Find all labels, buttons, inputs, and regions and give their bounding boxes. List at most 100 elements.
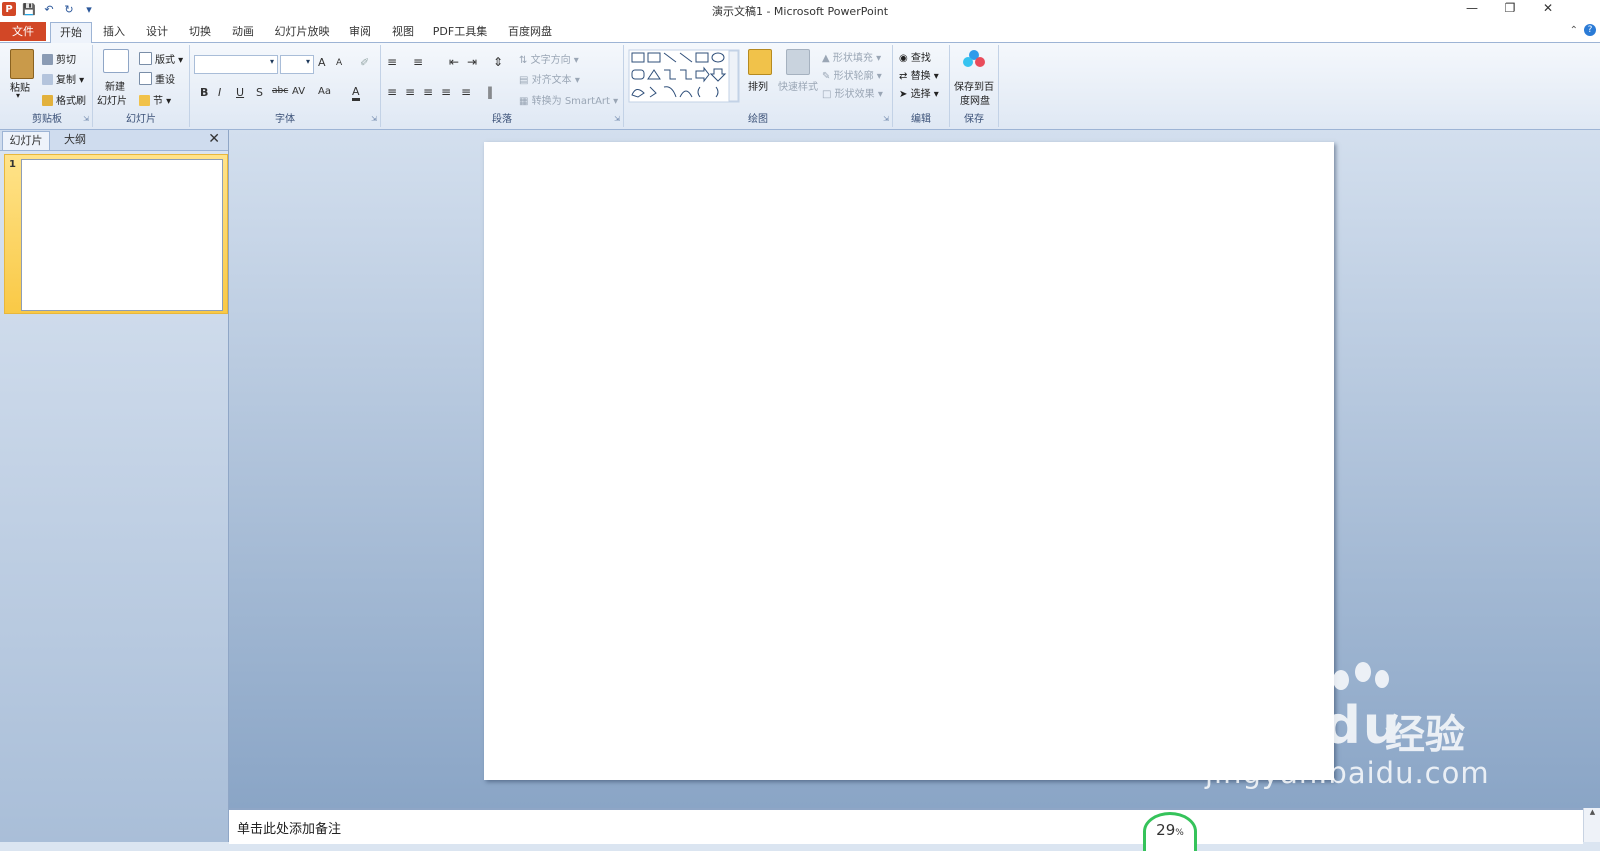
font-size-dropdown-icon[interactable]: ▾ — [306, 57, 310, 66]
font-name-combo[interactable]: ▾ — [194, 55, 278, 74]
bold-button[interactable]: B — [200, 86, 208, 99]
align-text-button[interactable]: ▤ 对齐文本 ▾ — [519, 71, 580, 86]
select-button[interactable]: ➤ 选择 ▾ — [899, 85, 939, 100]
scissors-icon — [42, 54, 53, 65]
arrange-icon[interactable] — [748, 49, 772, 75]
tab-transitions[interactable]: 切换 — [182, 22, 218, 41]
find-button[interactable]: ◉ 查找 — [899, 49, 931, 64]
group-label-editing: 编辑 — [911, 114, 931, 125]
paragraph-launcher-icon[interactable]: ⇲ — [614, 115, 620, 123]
zoom-badge: 29% — [1143, 812, 1197, 851]
font-launcher-icon[interactable]: ⇲ — [371, 115, 377, 123]
group-label-paragraph: 段落 — [492, 114, 512, 125]
arrange-button[interactable]: 排列 — [748, 78, 768, 93]
close-pane-icon[interactable]: ✕ — [208, 131, 220, 147]
font-size-combo[interactable]: ▾ — [280, 55, 314, 74]
numbering-icon[interactable]: ≡ — [413, 55, 423, 69]
help-icon[interactable]: ? — [1584, 24, 1596, 36]
paint-bucket-icon: ▲ — [822, 53, 830, 64]
slide-canvas[interactable] — [484, 142, 1334, 780]
paste-icon[interactable] — [10, 49, 34, 79]
slide-thumbnail[interactable] — [21, 159, 223, 311]
change-case-button[interactable]: Aa — [318, 86, 331, 97]
font-color-button[interactable]: A — [352, 85, 360, 101]
ribbon-tab-bar: 文件 开始 插入 设计 切换 动画 幻灯片放映 审阅 视图 PDF工具集 百度网… — [0, 20, 1600, 43]
clipboard-launcher-icon[interactable]: ⇲ — [83, 115, 89, 123]
slides-pane: 幻灯片 大纲 ✕ 1 — [0, 130, 229, 842]
section-button[interactable]: 节 ▾ — [139, 92, 171, 107]
columns-icon[interactable]: ‖ — [487, 85, 493, 99]
quick-styles-icon[interactable] — [786, 49, 810, 75]
shape-fill-button[interactable]: ▲ 形状填充 ▾ — [822, 49, 881, 64]
shape-effects-button[interactable]: □ 形状效果 ▾ — [822, 85, 883, 100]
scroll-up-icon[interactable]: ▲ — [1584, 808, 1600, 816]
new-slide-label2[interactable]: 幻灯片 — [97, 92, 127, 107]
font-name-dropdown-icon[interactable]: ▾ — [270, 57, 274, 66]
copy-button[interactable]: 复制 ▾ — [42, 71, 84, 86]
bullets-icon[interactable]: ≡ — [387, 55, 397, 69]
tab-slides[interactable]: 幻灯片 — [2, 131, 50, 150]
notes-pane[interactable]: 单击此处添加备注 — [229, 808, 1583, 844]
tab-review[interactable]: 审阅 — [342, 22, 378, 41]
italic-button[interactable]: I — [218, 86, 221, 99]
quick-styles-button[interactable]: 快速样式 — [778, 78, 818, 93]
align-right-icon[interactable]: ≡ — [423, 85, 433, 99]
group-label-drawing: 绘图 — [748, 114, 768, 125]
group-clipboard: 粘贴 ▾ 剪切 复制 ▾ 格式刷 剪贴板 ⇲ — [2, 45, 93, 127]
line-spacing-icon[interactable]: ⇕ — [493, 55, 503, 69]
tab-home[interactable]: 开始 — [50, 22, 92, 43]
minimize-ribbon-icon[interactable]: ⌃ — [1570, 25, 1578, 36]
strikethrough-button[interactable]: abc — [272, 86, 288, 96]
smartart-button[interactable]: ▦ 转换为 SmartArt ▾ — [519, 92, 618, 107]
layout-icon — [139, 52, 152, 65]
align-left-icon[interactable]: ≡ — [387, 85, 397, 99]
copy-label: 复制 — [56, 75, 76, 86]
shadow-button[interactable]: S — [256, 86, 263, 99]
tab-outline[interactable]: 大纲 — [52, 131, 98, 149]
format-painter-label: 格式刷 — [56, 96, 86, 107]
paste-dropdown-icon[interactable]: ▾ — [16, 91, 20, 100]
justify-icon[interactable]: ≡ — [441, 85, 451, 99]
tab-view[interactable]: 视图 — [385, 22, 421, 41]
restore-button[interactable]: ❐ — [1496, 1, 1524, 19]
tab-design[interactable]: 设计 — [139, 22, 175, 41]
baidu-netdisk-icon[interactable] — [962, 49, 986, 69]
tab-animations[interactable]: 动画 — [225, 22, 261, 41]
align-center-icon[interactable]: ≡ — [405, 85, 415, 99]
char-spacing-button[interactable]: AV — [292, 86, 305, 97]
new-slide-icon[interactable] — [103, 49, 129, 73]
decrease-indent-icon[interactable]: ⇤ — [449, 55, 459, 69]
new-slide-label1[interactable]: 新建 — [105, 78, 125, 93]
brush-icon — [42, 95, 53, 106]
close-button[interactable]: ✕ — [1534, 1, 1562, 19]
increase-indent-icon[interactable]: ⇥ — [467, 55, 477, 69]
drawing-launcher-icon[interactable]: ⇲ — [883, 115, 889, 123]
tab-pdf-tools[interactable]: PDF工具集 — [428, 22, 492, 41]
clear-format-icon[interactable]: ✐ — [360, 56, 369, 69]
notes-placeholder[interactable]: 单击此处添加备注 — [237, 818, 341, 837]
tab-slideshow[interactable]: 幻灯片放映 — [270, 22, 334, 41]
tab-insert[interactable]: 插入 — [96, 22, 132, 41]
text-direction-button[interactable]: ⇅ 文字方向 ▾ — [519, 51, 579, 66]
shape-outline-button[interactable]: ✎ 形状轮廓 ▾ — [822, 67, 882, 82]
section-icon — [139, 95, 150, 106]
cut-button[interactable]: 剪切 — [42, 51, 76, 66]
minimize-button[interactable]: — — [1458, 1, 1486, 19]
section-label: 节 — [153, 96, 163, 107]
shrink-font-button[interactable]: A — [336, 58, 342, 68]
distribute-icon[interactable]: ≡ — [461, 85, 471, 99]
tab-baidu-netdisk[interactable]: 百度网盘 — [498, 22, 562, 41]
shapes-gallery[interactable] — [628, 49, 740, 103]
tab-file[interactable]: 文件 — [0, 22, 46, 41]
underline-button[interactable]: U — [236, 86, 244, 99]
reset-button[interactable]: 重设 — [139, 71, 175, 86]
shape-fill-label: 形状填充 — [832, 53, 873, 64]
grow-font-button[interactable]: A — [318, 56, 326, 69]
replace-button[interactable]: ⇄ 替换 ▾ — [899, 67, 939, 82]
layout-button[interactable]: 版式 ▾ — [139, 51, 183, 66]
format-painter-button[interactable]: 格式刷 — [42, 92, 86, 107]
notes-scrollbar[interactable]: ▲ — [1583, 808, 1600, 842]
slide-thumbnail-selected[interactable]: 1 — [4, 154, 228, 314]
save-baidu-label1[interactable]: 保存到百 — [954, 78, 994, 93]
save-baidu-label2[interactable]: 度网盘 — [960, 92, 990, 107]
